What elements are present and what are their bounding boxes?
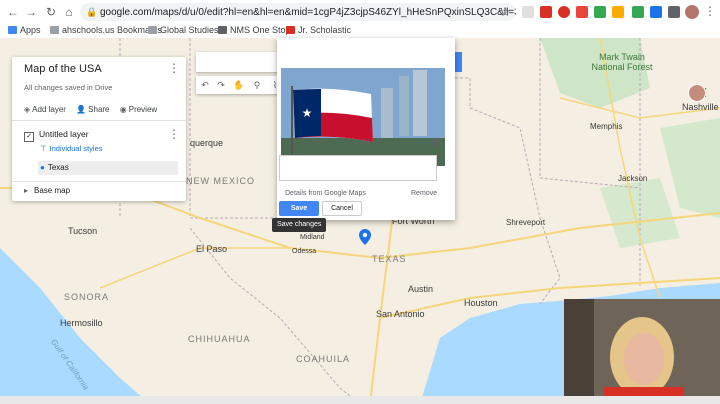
svg-text:★: ★ — [302, 106, 313, 120]
map-menu-icon[interactable]: ⋮ — [168, 61, 180, 75]
bookmark-apps[interactable]: Apps — [8, 23, 41, 38]
texas-flag-image: ★ — [281, 68, 445, 166]
extension-icon[interactable] — [650, 6, 662, 18]
reload-icon[interactable]: ↻ — [44, 5, 58, 19]
undo-icon[interactable]: ↶ — [198, 78, 212, 92]
redo-icon[interactable]: ↷ — [214, 78, 228, 92]
bottom-bar — [0, 396, 720, 404]
page-icon — [218, 26, 227, 34]
back-icon[interactable]: ← — [6, 5, 20, 19]
state-label: NEW MEXICO — [186, 176, 256, 186]
forest-area — [660, 118, 720, 218]
puzzle-icon[interactable] — [668, 6, 680, 18]
save-button[interactable]: Save — [279, 201, 319, 216]
map-layers-panel: Map of the USA ⋮ All changes saved in Dr… — [12, 57, 186, 201]
city-label: Memphis — [590, 122, 623, 131]
add-photo-icon[interactable]: + — [423, 138, 428, 147]
city-label: Hermosillo — [60, 318, 103, 328]
folder-icon — [50, 26, 59, 34]
state-label: CHIHUAHUA — [188, 334, 251, 344]
city-label: Odessa — [292, 248, 317, 255]
city-label: Austin — [408, 284, 434, 294]
individual-styles-link[interactable]: ⊤ Individual styles — [40, 144, 103, 153]
state-label: TEXAS — [372, 254, 407, 264]
texas-flag-photo: ★ — [281, 68, 445, 166]
city-label: El Paso — [196, 244, 228, 254]
extension-icon[interactable] — [632, 6, 644, 18]
extension-icon[interactable] — [522, 6, 534, 18]
layer-menu-icon[interactable]: ⋮ — [168, 127, 180, 141]
map-title[interactable]: Map of the USA — [24, 63, 102, 75]
forest-area — [540, 38, 650, 108]
layer-row[interactable]: ✓ Untitled layer — [24, 129, 89, 142]
photo-counter: 1 of 1 — [353, 139, 371, 146]
preview-button[interactable]: ◉ Preview — [120, 105, 157, 114]
details-label: Details from Google Maps — [285, 190, 366, 197]
remove-link[interactable]: Remove — [411, 190, 437, 197]
city-label: Nashville — [682, 102, 719, 112]
hand-icon[interactable]: ✋ — [232, 78, 246, 92]
extension-icon[interactable] — [594, 6, 606, 18]
cancel-button[interactable]: Cancel — [322, 201, 362, 216]
extension-icon[interactable] — [612, 6, 624, 18]
share-icon: 👤 — [76, 105, 87, 114]
city-label: San Antonio — [376, 309, 425, 319]
photo-tools: + 🗑 — [423, 138, 440, 147]
bookmark-link[interactable]: NMS One Stop — [218, 23, 291, 38]
bookmark-link[interactable]: Jr. Scholastic — [286, 23, 351, 38]
place-info-popup: ★ 1 of 1 + 🗑 Details from Google Maps Re… — [277, 38, 455, 220]
account-avatar[interactable] — [688, 84, 706, 102]
webcam-overlay — [564, 299, 720, 404]
city-label: Tucson — [68, 226, 98, 236]
divider — [12, 181, 186, 182]
eye-icon: ◉ — [119, 105, 127, 114]
url-text: google.com/maps/d/u/0/edit?hl=en&hl=en&m… — [100, 7, 516, 18]
lock-icon: 🔒 — [86, 7, 98, 17]
share-button[interactable]: 👤 Share — [76, 105, 109, 114]
expand-arrow-icon[interactable]: ▸ — [24, 186, 28, 195]
layer-checkbox[interactable]: ✓ — [24, 132, 34, 142]
folder-icon — [148, 26, 157, 34]
city-label: querque — [190, 138, 224, 148]
bookmark-folder[interactable]: ahschools.us Bookmarks — [50, 23, 162, 38]
feature-item-texas[interactable]: ● Texas — [38, 161, 178, 175]
browser-chrome: ← → ↻ ⌂ 🔒 google.com/maps/d/u/0/edit?hl=e… — [0, 0, 720, 39]
presenter-video — [564, 299, 720, 404]
home-icon[interactable]: ⌂ — [62, 5, 76, 19]
save-status: All changes saved in Drive — [24, 83, 113, 92]
extension-icon[interactable] — [576, 6, 588, 18]
map-pin-icon[interactable] — [359, 229, 371, 245]
forward-icon[interactable]: → — [24, 5, 38, 19]
trash-icon[interactable]: 🗑 — [430, 138, 440, 147]
marker-icon[interactable]: ⚲ — [250, 78, 264, 92]
park-label: Mark Twain National Forest — [591, 52, 653, 72]
address-bar[interactable]: 🔒 google.com/maps/d/u/0/edit?hl=en&hl=en&… — [80, 3, 516, 21]
extension-icon[interactable] — [558, 6, 570, 18]
scholastic-icon — [286, 26, 295, 34]
bookmarks-bar: Apps ahschools.us Bookmarks Global Studi… — [0, 23, 720, 38]
bookmark-folder[interactable]: Global Studies — [148, 23, 219, 38]
panel-actions: ◈ Add layer 👤 Share ◉ Preview — [24, 105, 165, 114]
basemap-row[interactable]: ▸ Base map — [24, 186, 70, 195]
city-label: Midland — [300, 234, 325, 241]
map-pin-icon: ● — [40, 163, 45, 172]
city-label: Shreveport — [506, 218, 546, 227]
state-label: COAHUILA — [296, 354, 351, 364]
divider — [12, 120, 186, 121]
profile-avatar[interactable] — [684, 4, 700, 20]
city-label: Jackson — [618, 174, 648, 183]
bookmark-star-icon[interactable]: ☆ — [500, 3, 511, 21]
extension-icon[interactable] — [540, 6, 552, 18]
description-field[interactable] — [279, 155, 437, 181]
add-layer-icon: ◈ — [24, 105, 31, 114]
paint-roller-icon: ⊤ — [40, 144, 47, 153]
city-label: Houston — [464, 298, 498, 308]
state-label: SONORA — [64, 292, 110, 302]
add-layer-button[interactable]: ◈ Add layer — [24, 105, 66, 114]
apps-grid-icon — [8, 26, 17, 34]
more-menu-icon[interactable]: ⋮ — [704, 4, 716, 18]
save-tooltip: Save changes — [272, 218, 327, 232]
